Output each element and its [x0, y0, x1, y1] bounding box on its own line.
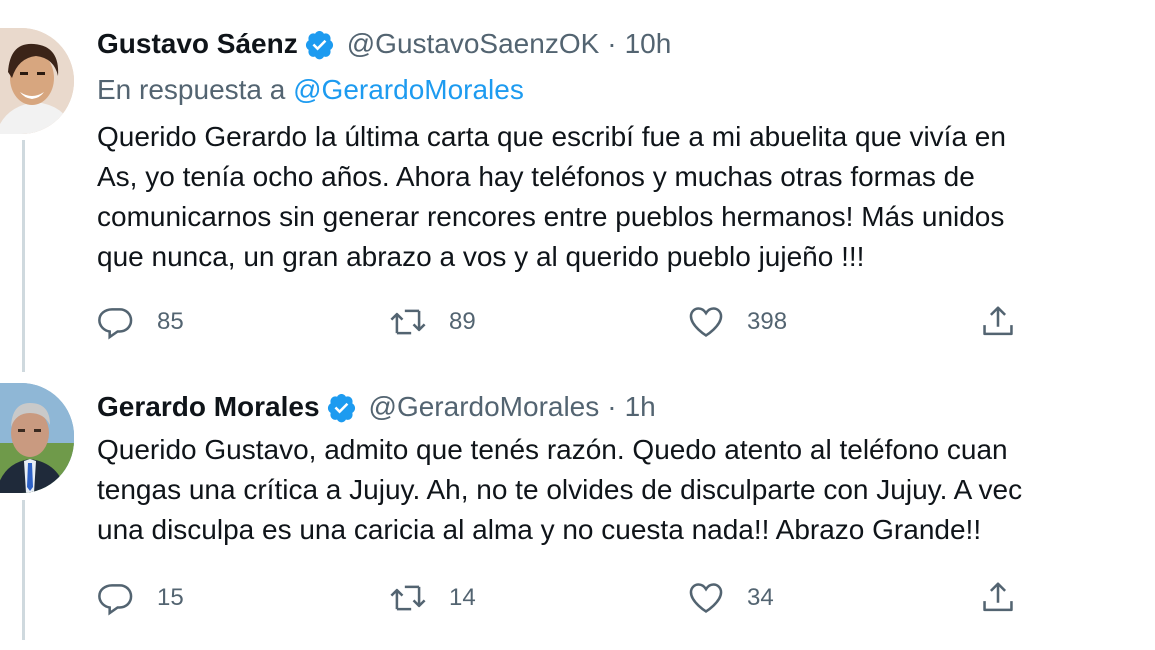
verified-badge-icon — [304, 29, 335, 60]
reply-count: 15 — [157, 584, 184, 611]
share-button[interactable] — [979, 303, 1017, 341]
author-name[interactable]: Gustavo Sáenz — [97, 26, 298, 62]
reply-context: En respuesta a @GerardoMorales — [97, 72, 524, 108]
tweet-actions: 85 89 398 — [97, 303, 1155, 343]
reply-button[interactable]: 85 — [97, 303, 184, 341]
retweet-button[interactable]: 89 — [389, 303, 476, 341]
reply-mention-link[interactable]: @GerardoMorales — [293, 74, 524, 105]
tweet-text: Querido Gustavo, admito que tenés razón.… — [97, 430, 1022, 550]
retweet-count: 14 — [449, 584, 476, 611]
like-button[interactable]: 34 — [687, 579, 774, 617]
tweet-text-line: que nunca, un gran abrazo a vos y al que… — [97, 241, 865, 272]
reply-button[interactable]: 15 — [97, 579, 184, 617]
author-name[interactable]: Gerardo Morales — [97, 389, 320, 425]
timestamp[interactable]: 10h — [625, 26, 672, 62]
like-count: 34 — [747, 584, 774, 611]
tweet-text-line: Querido Gerardo la última carta que escr… — [97, 121, 1006, 152]
timestamp[interactable]: 1h — [625, 389, 656, 425]
retweet-icon — [390, 585, 426, 611]
thread-connector-line — [22, 500, 25, 640]
tweet-text: Querido Gerardo la última carta que escr… — [97, 117, 1006, 277]
retweet-count: 89 — [449, 308, 476, 335]
verified-badge-icon — [326, 392, 357, 423]
separator-dot: · — [607, 391, 617, 422]
separator-dot: · — [607, 28, 617, 59]
share-icon — [983, 582, 1013, 612]
author-handle[interactable]: @GerardoMorales — [369, 389, 600, 425]
share-button[interactable] — [979, 579, 1017, 617]
avatar[interactable] — [0, 383, 74, 493]
reply-icon — [98, 308, 133, 340]
avatar[interactable] — [0, 28, 74, 134]
share-icon — [983, 306, 1013, 336]
like-count: 398 — [747, 308, 788, 335]
reply-icon — [98, 584, 133, 616]
heart-icon — [689, 307, 723, 337]
author-handle[interactable]: @GustavoSaenzOK — [347, 26, 600, 62]
thread-connector-line — [22, 140, 25, 372]
tweet-text-line: comunicarnos sin generar rencores entre … — [97, 201, 1005, 232]
tweet-text-line: Querido Gustavo, admito que tenés razón.… — [97, 434, 1008, 465]
tweet-text-line: tengas una crítica a Jujuy. Ah, no te ol… — [97, 474, 1023, 505]
like-button[interactable]: 398 — [687, 303, 787, 341]
tweet-text-line: una disculpa es una caricia al alma y no… — [97, 514, 982, 545]
tweet-actions: 15 14 34 — [97, 579, 1155, 619]
tweet-text-line: As, yo tenía ocho años. Ahora hay teléfo… — [97, 161, 975, 192]
reply-count: 85 — [157, 308, 184, 335]
retweet-icon — [390, 309, 426, 335]
retweet-button[interactable]: 14 — [389, 579, 476, 617]
heart-icon — [689, 583, 723, 613]
reply-prefix: En respuesta a — [97, 74, 294, 105]
